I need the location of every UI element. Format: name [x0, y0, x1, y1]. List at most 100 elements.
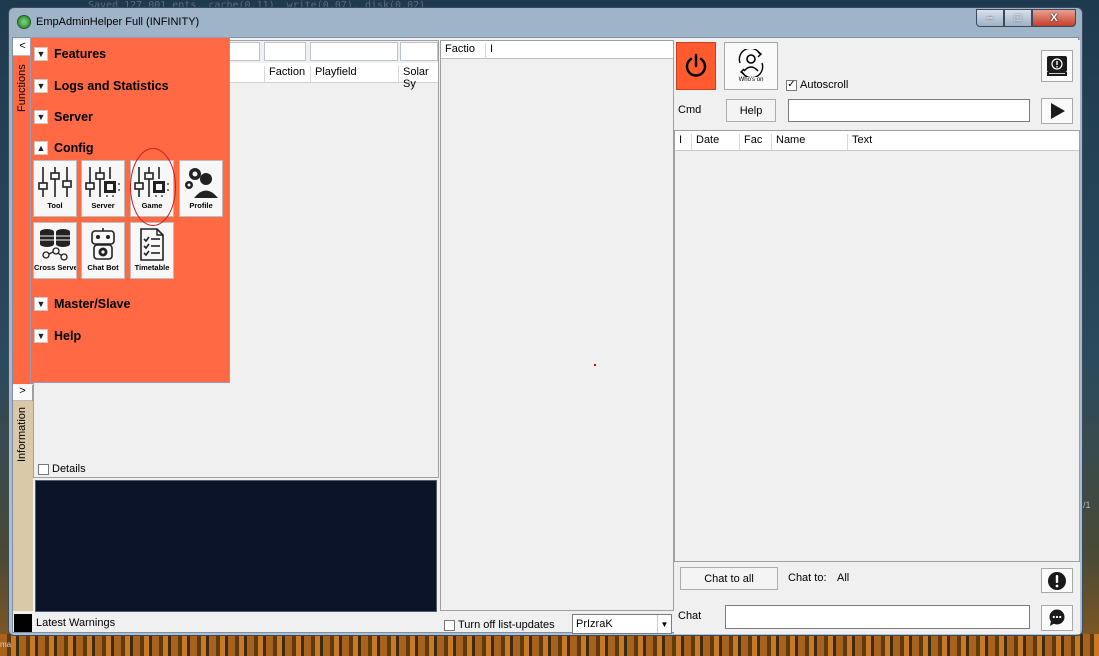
column-header-date[interactable]: Date [691, 134, 719, 150]
turn-off-label: Turn off list-updates [458, 619, 555, 631]
section-logs-statistics[interactable]: ▼ Logs and Statistics [34, 79, 169, 93]
section-config-label[interactable]: Config [54, 141, 94, 155]
column-header-fac[interactable]: Fac [739, 134, 762, 150]
autoscroll-checkbox-box[interactable]: ✓ [786, 79, 797, 91]
chevron-up-icon[interactable]: ▲ [34, 141, 48, 155]
window-title: EmpAdminHelper Full (INFINITY) [36, 16, 200, 28]
whos-on-label: Who's on [738, 77, 764, 83]
faction-panel: Factio I [440, 40, 674, 611]
latest-warnings-bar: Latest Warnings [13, 613, 439, 633]
section-server[interactable]: ▼ Server [34, 110, 93, 124]
chevron-down-icon[interactable]: ▼ [34, 110, 48, 124]
config-tile-chat-bot[interactable]: Chat Bot [81, 222, 125, 279]
config-tile-server[interactable]: Server [81, 160, 125, 217]
filter-input-faction[interactable] [264, 42, 306, 61]
column-header-name[interactable]: Name [771, 134, 805, 150]
power-icon [685, 53, 707, 77]
tile-label: Server [91, 201, 115, 210]
config-tile-tool[interactable]: Tool [33, 160, 77, 217]
autoscroll-label: Autoscroll [800, 79, 849, 91]
chat-to-value: All [837, 572, 850, 584]
section-master-slave-label[interactable]: Master/Slave [54, 297, 130, 311]
turn-off-checkbox-box[interactable] [444, 619, 455, 631]
section-config[interactable]: ▲ Config [34, 141, 94, 155]
section-help-label[interactable]: Help [54, 329, 81, 343]
speech-bubble-icon [1049, 609, 1065, 626]
log-console[interactable] [35, 480, 437, 612]
section-features-label[interactable]: Features [54, 47, 106, 61]
autoscroll-checkbox[interactable]: ✓ Autoscroll [786, 79, 848, 91]
config-tile-game[interactable]: Game [130, 160, 174, 217]
help-button[interactable]: Help [726, 99, 776, 122]
information-tab-label[interactable]: Information [13, 403, 31, 466]
sliders-chip-icon [134, 167, 169, 197]
robot-icon [91, 228, 115, 260]
checklist-icon [140, 228, 164, 261]
config-tile-timetable[interactable]: Timetable [130, 222, 174, 279]
dropdown-arrow-icon[interactable]: ▼ [657, 615, 671, 633]
whos-on-button[interactable]: Who's on [724, 42, 778, 90]
sliders-chip-icon [85, 167, 120, 197]
turn-off-list-updates-checkbox[interactable]: Turn off list-updates [444, 619, 555, 631]
details-label: Details [52, 463, 86, 475]
send-chat-button[interactable] [1041, 605, 1073, 631]
player-select-value: PrIzraK [576, 618, 613, 630]
section-help[interactable]: ▼ Help [34, 329, 81, 343]
alert-book-icon [1047, 56, 1067, 76]
background-edge-text-left: ma [0, 640, 12, 649]
faction-grid-header: Factio I [441, 41, 673, 59]
minimize-button[interactable]: – [976, 9, 1004, 27]
section-server-label[interactable]: Server [54, 110, 93, 124]
chevron-down-icon[interactable]: ▼ [34, 297, 48, 311]
cmd-label: Cmd [678, 104, 702, 116]
latest-warnings-label: Latest Warnings [36, 617, 116, 629]
server-alert-button[interactable] [1041, 50, 1073, 82]
column-header-solar-system[interactable]: Solar Sy [398, 66, 438, 90]
send-command-button[interactable] [1041, 98, 1073, 124]
chat-log-grid: I Date Fac Name Text [674, 130, 1080, 562]
user-refresh-icon [738, 49, 764, 77]
chat-to-label: Chat to: [788, 572, 827, 584]
column-header-faction-mid[interactable]: Factio [441, 43, 475, 59]
details-checkbox-box[interactable] [38, 463, 49, 475]
section-logs-label[interactable]: Logs and Statistics [54, 79, 169, 93]
expand-information-chevron-icon[interactable]: > [13, 385, 32, 401]
maximize-button[interactable]: □ [1004, 9, 1032, 27]
column-header-mid-second[interactable]: I [485, 43, 493, 59]
power-button[interactable] [676, 42, 716, 90]
tile-label: Profile [189, 201, 213, 210]
chat-panel: Who's on ✓ Autoscroll Cmd Help I Date Fa… [674, 40, 1080, 634]
database-network-icon [40, 229, 70, 261]
chat-input[interactable] [725, 605, 1030, 629]
user-gears-icon [185, 168, 218, 198]
warning-message-button[interactable] [1041, 568, 1073, 593]
chevron-down-icon[interactable]: ▼ [34, 47, 48, 61]
section-features[interactable]: ▼ Features [34, 47, 106, 61]
column-header-faction[interactable]: Faction [264, 66, 305, 82]
config-tile-profile[interactable]: Profile [179, 160, 223, 217]
chat-to-all-button[interactable]: Chat to all [680, 567, 778, 590]
chat-grid-header: I Date Fac Name Text [675, 131, 1079, 151]
information-side-tab[interactable]: > Information [13, 385, 33, 611]
column-header-chat-i[interactable]: I [675, 134, 682, 150]
column-header-text[interactable]: Text [847, 134, 872, 150]
command-input[interactable] [788, 99, 1030, 122]
sliders-icon [38, 167, 72, 197]
mid-bottom-bar: Turn off list-updates PrIzraK ▼ [440, 614, 674, 634]
tile-label: Game [141, 201, 163, 210]
warning-indicator [14, 614, 32, 632]
details-checkbox[interactable]: Details [38, 463, 86, 475]
tile-label: Timetable [134, 263, 170, 272]
title-bar[interactable]: EmpAdminHelper Full (INFINITY) – □ X [9, 8, 1082, 36]
player-select-dropdown[interactable]: PrIzraK ▼ [572, 614, 672, 634]
config-tile-cross-server[interactable]: Cross Server [33, 222, 77, 279]
chevron-down-icon[interactable]: ▼ [34, 329, 48, 343]
filter-input-solar[interactable] [400, 42, 438, 61]
chevron-down-icon[interactable]: ▼ [34, 79, 48, 93]
section-master-slave[interactable]: ▼ Master/Slave [34, 297, 130, 311]
close-button[interactable]: X [1032, 9, 1076, 27]
app-icon [17, 15, 31, 29]
filter-input-playfield[interactable] [310, 42, 398, 61]
column-header-playfield[interactable]: Playfield [310, 66, 357, 82]
tile-label: Cross Server [34, 263, 76, 272]
